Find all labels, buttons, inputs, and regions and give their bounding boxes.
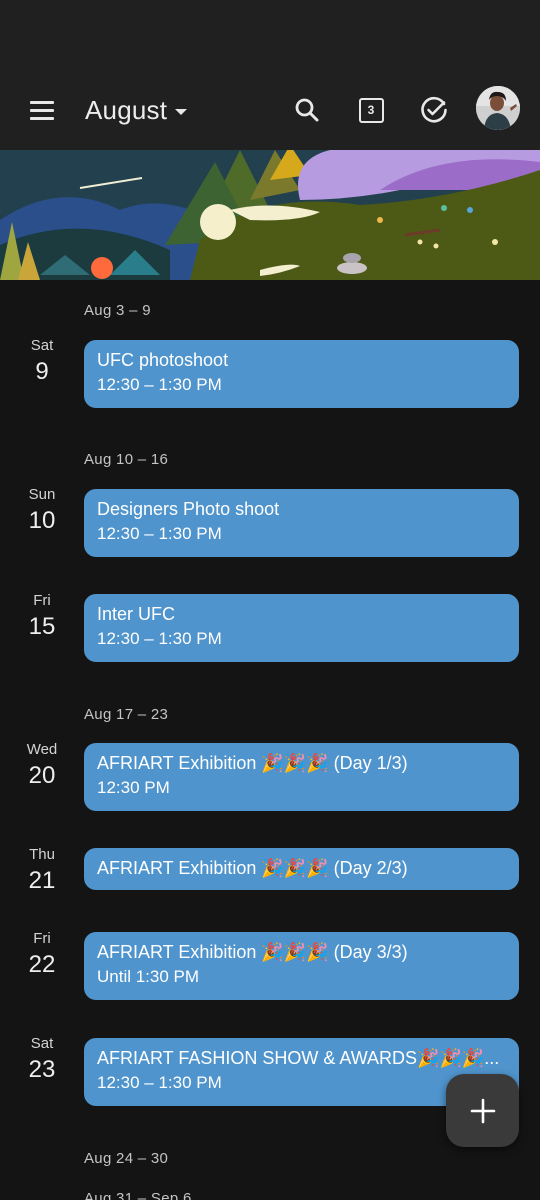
day-header: Wed 20 (16, 741, 68, 790)
day-header: Sat 9 (16, 337, 68, 386)
week-label: Aug 17 – 23 (84, 706, 169, 723)
event-card[interactable]: Inter UFC 12:30 – 1:30 PM (84, 594, 519, 662)
day-name: Wed (26, 741, 58, 758)
month-title: August (85, 94, 168, 125)
event-card[interactable]: UFC photoshoot 12:30 – 1:30 PM (84, 340, 519, 408)
event-time: 12:30 – 1:30 PM (97, 629, 222, 648)
day-name: Sun (28, 486, 56, 503)
event-card[interactable]: AFRIART Exhibition 🎉🎉🎉 (Day 2/3) (84, 848, 519, 890)
day-name: Sat (30, 337, 54, 354)
tasks-check-icon[interactable] (414, 90, 454, 130)
calendar-today-icon[interactable]: 3 (351, 90, 391, 130)
event-card[interactable]: AFRIART Exhibition 🎉🎉🎉 (Day 3/3) Until 1… (84, 932, 519, 1000)
event-time: 12:30 – 1:30 PM (97, 524, 222, 543)
day-number: 15 (28, 613, 56, 640)
day-name: Fri (33, 592, 51, 609)
day-header: Sat 23 (16, 1035, 68, 1084)
search-icon[interactable] (287, 90, 327, 130)
week-label: Aug 3 – 9 (84, 302, 151, 319)
week-label: Aug 31 – Sep 6 (84, 1190, 192, 1200)
month-banner-illustration (0, 150, 540, 280)
event-time: 12:30 PM (97, 778, 170, 797)
avatar[interactable] (476, 86, 520, 130)
event-title: UFC photoshoot (97, 350, 229, 370)
day-name: Fri (33, 930, 51, 947)
event-card[interactable]: AFRIART Exhibition 🎉🎉🎉 (Day 1/3) 12:30 P… (84, 743, 519, 811)
event-title: Inter UFC (97, 604, 176, 624)
event-title: AFRIART Exhibition 🎉🎉🎉 (Day 1/3) (97, 753, 408, 773)
day-number: 20 (28, 762, 56, 789)
event-time: 12:30 – 1:30 PM (97, 1073, 222, 1092)
day-name: Sat (30, 1035, 54, 1052)
week-label: Aug 10 – 16 (84, 451, 169, 468)
event-card[interactable]: Designers Photo shoot 12:30 – 1:30 PM (84, 489, 519, 557)
day-number: 9 (35, 358, 49, 385)
plus-icon (470, 1098, 495, 1123)
event-title: AFRIART FASHION SHOW & AWARDS🎉🎉🎉... (97, 1048, 500, 1068)
app-bar: August 3 (0, 70, 540, 150)
status-bar (0, 0, 540, 70)
day-name: Thu (29, 846, 55, 863)
day-header: Fri 15 (16, 592, 68, 641)
day-number: 23 (28, 1056, 56, 1083)
event-title: AFRIART Exhibition 🎉🎉🎉 (Day 3/3) (97, 942, 408, 962)
day-header: Sun 10 (16, 486, 68, 535)
day-number: 22 (28, 951, 56, 978)
today-date: 3 (358, 97, 384, 123)
event-title: AFRIART Exhibition 🎉🎉🎉 (Day 2/3) (97, 858, 408, 878)
menu-icon[interactable] (24, 92, 60, 128)
day-number: 10 (28, 507, 56, 534)
event-title: Designers Photo shoot (97, 499, 280, 519)
week-label: Aug 24 – 30 (84, 1150, 169, 1167)
month-selector[interactable]: August (85, 92, 188, 128)
caret-down-icon (175, 108, 188, 115)
day-header: Thu 21 (16, 846, 68, 895)
event-time: 12:30 – 1:30 PM (97, 375, 222, 394)
create-event-button[interactable] (446, 1074, 519, 1147)
day-header: Fri 22 (16, 930, 68, 979)
day-number: 21 (28, 867, 56, 894)
event-time: Until 1:30 PM (97, 967, 200, 986)
